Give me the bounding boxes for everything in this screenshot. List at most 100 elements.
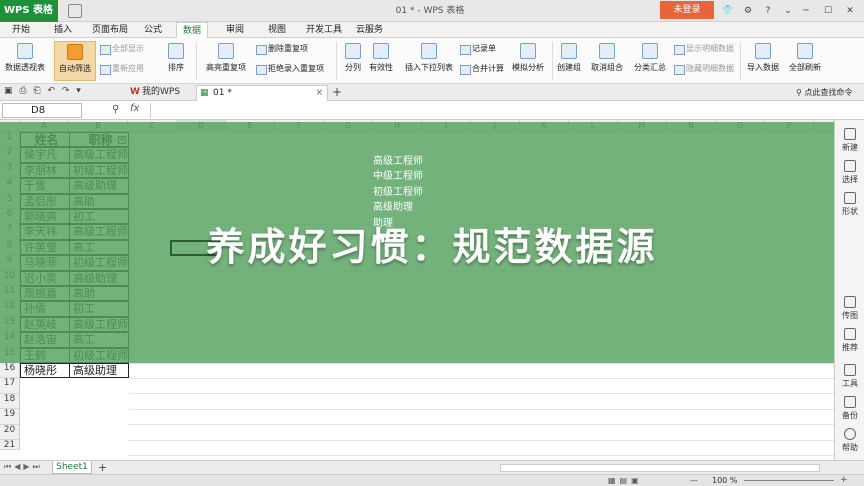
autofilter-button[interactable]: 自动筛选 (54, 41, 96, 81)
sort-icon (168, 43, 184, 59)
row-header[interactable]: 20 (0, 424, 20, 440)
remove-duplicates-button[interactable]: 删除重复项 (254, 42, 308, 56)
maximize-icon[interactable]: ☐ (818, 2, 838, 20)
zoom-lookup-icon[interactable]: ⚲ (112, 104, 119, 115)
separator (336, 42, 337, 80)
minimize-icon[interactable]: ─ (796, 2, 816, 20)
row-header[interactable]: 21 (0, 440, 20, 450)
tab-view[interactable]: 视图 (262, 22, 292, 38)
help-icon[interactable]: ? (758, 2, 778, 20)
row-header[interactable]: 19 (0, 409, 20, 425)
tab-data[interactable]: 数据 (176, 22, 209, 38)
import-data-button[interactable]: 导入数据 (744, 41, 782, 81)
highlight-duplicates-icon (218, 43, 234, 59)
sidebar-recommend[interactable]: 推荐 (835, 328, 864, 353)
function-icon[interactable]: fx (130, 103, 139, 114)
group-icon (561, 43, 577, 59)
quick-access-toolbar[interactable]: ▣ ⎙ ⎗ ↶ ↷ ▾ (4, 86, 114, 98)
table-cell-name[interactable]: 杨晓彤 (20, 363, 70, 379)
gridline (129, 455, 834, 456)
create-group-button[interactable]: 创建组 (554, 41, 584, 81)
sheet-nav-arrows[interactable]: ⏮◀▶⏭ (4, 462, 43, 472)
sidebar-shape[interactable]: 形状 (835, 192, 864, 217)
formula-input[interactable] (150, 103, 850, 118)
add-sheet-icon[interactable]: + (98, 461, 107, 474)
show-all-button[interactable]: 全部显示 (98, 42, 144, 56)
tab-developer[interactable]: 开发工具 (300, 22, 348, 38)
ungroup-icon (599, 43, 615, 59)
merge-calc-button[interactable]: 合并计算 (458, 62, 504, 76)
column-h-cell[interactable]: 高级工程师 (373, 152, 423, 167)
name-box[interactable]: D8 (2, 103, 82, 118)
record-form-button[interactable]: 记录单 (458, 42, 496, 56)
reject-duplicates-button[interactable]: 拒绝录入重复项 (254, 62, 324, 76)
sort-button[interactable]: 排序 (160, 41, 192, 81)
view-mode-icons[interactable]: ▦▤▣ (608, 476, 643, 485)
tab-file-01[interactable]: ▦ 01 * × (196, 85, 328, 101)
close-icon[interactable]: ✕ (840, 2, 860, 20)
sidebar-select[interactable]: 选择 (835, 160, 864, 185)
tab-home[interactable]: 开始 (6, 22, 36, 38)
table-cell-title[interactable]: 高级助理 (69, 363, 129, 379)
sidebar-help[interactable]: 帮助 (835, 428, 864, 453)
horizontal-scrollbar[interactable] (500, 464, 820, 472)
row-header[interactable]: 17 (0, 378, 20, 394)
simulate-analysis-button[interactable]: 模拟分析 (508, 41, 548, 81)
title-bar: WPS 表格 01 * - WPS 表格 未登录 👕 ⚙ ? ⌄ ─ ☐ ✕ (0, 0, 864, 22)
column-h-cell[interactable]: 中级工程师 (373, 167, 423, 182)
column-h-cell[interactable]: 初级工程师 (373, 183, 423, 198)
row-header[interactable]: 18 (0, 393, 20, 410)
tab-review[interactable]: 审阅 (220, 22, 250, 38)
app-menu-button[interactable]: WPS 表格 (0, 0, 58, 22)
zoom-in-icon[interactable]: + (840, 475, 848, 486)
sidebar-backup[interactable]: 备份 (835, 396, 864, 421)
quick-save-icon[interactable] (68, 4, 82, 18)
tools-icon (844, 364, 856, 376)
sidebar-upload-image[interactable]: 传图 (835, 296, 864, 321)
split-column-button[interactable]: 分列 (340, 41, 366, 81)
upload-image-icon (844, 296, 856, 308)
zoom-slider[interactable] (744, 480, 834, 481)
ungroup-button[interactable]: 取消组合 (586, 41, 628, 81)
tab-cloud[interactable]: 云服务 (350, 22, 389, 38)
login-button[interactable]: 未登录 (660, 1, 714, 19)
sheet-file-icon: ▦ (200, 88, 209, 98)
zoom-out-icon[interactable]: — (690, 476, 698, 485)
ribbon-tab-bar: 开始 插入 页面布局 公式 数据 审阅 视图 开发工具 云服务 (0, 22, 864, 38)
pivot-table-button[interactable]: 数据透视表 (2, 41, 48, 81)
tab-formula[interactable]: 公式 (138, 22, 168, 38)
tab-my-wps[interactable]: W 我的WPS (128, 84, 180, 101)
sheet-tab-sheet1[interactable]: Sheet1 (52, 461, 92, 474)
skin-icon[interactable]: 👕 (718, 2, 738, 20)
settings-icon[interactable]: ⚙ (738, 2, 758, 20)
close-tab-icon[interactable]: × (315, 86, 323, 101)
shape-icon (844, 192, 856, 204)
reapply-button[interactable]: 重新应用 (98, 62, 144, 76)
highlight-duplicates-button[interactable]: 高亮重复项 (200, 41, 252, 81)
new-icon (844, 128, 856, 140)
insert-dropdown-button[interactable]: 插入下拉列表 (402, 41, 456, 81)
search-command[interactable]: ⚲ 点此查找命令 (796, 86, 852, 99)
ribbon: 数据透视表 自动筛选 全部显示 重新应用 排序 高亮重复项 删除重复项 拒绝录入… (0, 38, 864, 84)
new-tab-icon[interactable]: + (332, 84, 342, 101)
tab-insert[interactable]: 插入 (48, 22, 78, 38)
column-h-cell[interactable]: 高级助理 (373, 198, 413, 213)
sidebar-new[interactable]: 新建 (835, 128, 864, 153)
show-detail-button[interactable]: 显示明细数据 (672, 42, 734, 56)
banner-title: 养成好习惯：规范数据源 (206, 225, 658, 269)
sidebar-tools[interactable]: 工具 (835, 364, 864, 389)
formula-bar: D8 ⚲ fx (0, 101, 864, 120)
zoom-level[interactable]: 100 % (712, 475, 737, 486)
tab-page-layout[interactable]: 页面布局 (86, 22, 134, 38)
dropdown-list-icon (421, 43, 437, 59)
refresh-all-button[interactable]: 全部刷新 (784, 41, 826, 81)
row-header[interactable]: 16 (0, 363, 20, 379)
wps-logo-icon: W (130, 87, 140, 97)
select-icon (844, 160, 856, 172)
backup-icon (844, 396, 856, 408)
document-tab-bar: ▣ ⎙ ⎗ ↶ ↷ ▾ W 我的WPS ▦ 01 * × + ⚲ 点此查找命令 (0, 84, 864, 101)
validity-button[interactable]: 有效性 (366, 41, 396, 81)
hide-detail-button[interactable]: 隐藏明细数据 (672, 62, 734, 76)
more-icon[interactable]: ⌄ (778, 2, 798, 20)
subtotal-button[interactable]: 分类汇总 (630, 41, 670, 81)
